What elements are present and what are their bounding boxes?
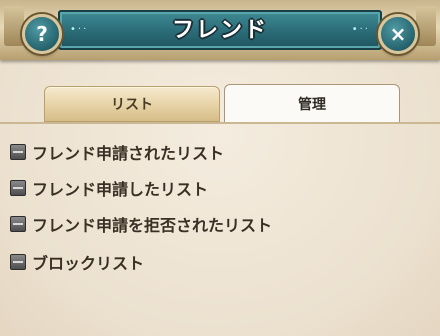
close-button[interactable]: × [378, 14, 418, 54]
menu-item-label: ブロックリスト [32, 254, 145, 273]
friend-panel: •·· •·· フレンド ? × リスト 管理 フレンド申請されたリスト フレン… [0, 0, 440, 336]
menu-item-received-requests[interactable]: フレンド申請されたリスト [10, 140, 224, 164]
menu-item-rejected-requests[interactable]: フレンド申請を拒否されたリスト [10, 212, 272, 236]
menu-item-sent-requests[interactable]: フレンド申請したリスト [10, 176, 208, 200]
bullet-icon [10, 180, 26, 196]
menu-item-label: フレンド申請を拒否されたリスト [32, 216, 273, 235]
tab-list-label: リスト [111, 97, 153, 113]
menu-item-label: フレンド申請したリスト [32, 180, 209, 199]
page-title: フレンド [171, 18, 268, 43]
tab-manage[interactable]: 管理 [224, 84, 400, 123]
menu-item-label: フレンド申請されたリスト [32, 144, 225, 163]
bullet-icon [10, 216, 26, 232]
help-button[interactable]: ? [22, 14, 62, 54]
question-icon: ? [36, 22, 48, 46]
tab-list[interactable]: リスト [44, 86, 220, 122]
title-bar: •·· •·· フレンド ? × [0, 0, 440, 60]
bullet-icon [10, 254, 26, 270]
bullet-icon [10, 144, 26, 160]
menu-item-block-list[interactable]: ブロックリスト [10, 250, 144, 274]
close-icon: × [389, 22, 407, 46]
tab-manage-label: 管理 [298, 97, 326, 113]
tab-divider [0, 122, 440, 124]
